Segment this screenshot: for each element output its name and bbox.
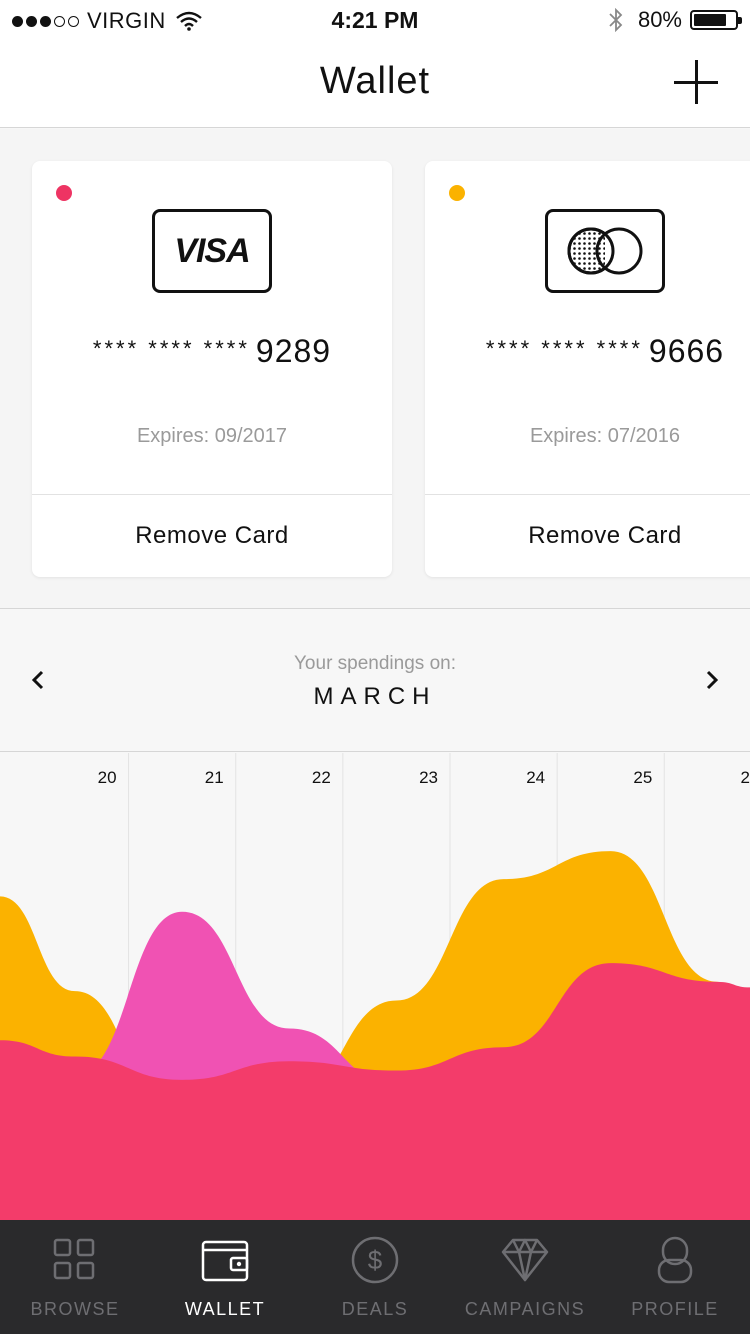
tab-label: BROWSE bbox=[30, 1299, 120, 1319]
card-brand: VISA bbox=[174, 231, 250, 270]
mastercard-circles-icon bbox=[567, 227, 643, 275]
card-visa[interactable]: VISA **** **** **** 9289 Expires: 09/2017… bbox=[32, 161, 392, 577]
card-number-mask: **** **** **** bbox=[485, 336, 643, 361]
month-name: MARCH bbox=[313, 683, 437, 710]
grid-icon bbox=[53, 1238, 95, 1280]
card-last4: 9666 bbox=[648, 333, 725, 369]
tab-campaigns[interactable]: CAMPAIGNS bbox=[450, 1220, 600, 1334]
status-right: 80% bbox=[608, 7, 742, 33]
tab-deals[interactable]: $ DEALS bbox=[300, 1220, 450, 1334]
svg-text:$: $ bbox=[368, 1245, 383, 1275]
chart-day-label: 26 bbox=[741, 768, 750, 787]
chart-day-label: 21 bbox=[205, 768, 224, 787]
card-last4: 9289 bbox=[255, 333, 332, 369]
card-number-mask: **** **** **** bbox=[92, 336, 250, 361]
add-card-button[interactable] bbox=[674, 60, 718, 104]
header: Wallet bbox=[0, 40, 750, 128]
card-status-dot bbox=[56, 185, 72, 201]
diamond-icon bbox=[501, 1238, 549, 1282]
tab-bar: BROWSE WALLET $ DEALS CAMPAIGNS PROFILE bbox=[0, 1220, 750, 1334]
chart-day-label: 24 bbox=[526, 768, 545, 787]
card-expiry: Expires: 09/2017 bbox=[136, 425, 288, 447]
remove-card-button[interactable]: Remove Card bbox=[425, 495, 750, 577]
spendings-label: Your spendings on: bbox=[294, 653, 456, 674]
card-status-dot bbox=[449, 185, 465, 201]
battery-percent: 80% bbox=[637, 7, 682, 32]
tab-profile[interactable]: PROFILE bbox=[600, 1220, 750, 1334]
tab-label: WALLET bbox=[184, 1299, 266, 1319]
status-bar: VIRGIN 4:21 PM 80% bbox=[0, 0, 750, 40]
dollar-icon: $ bbox=[351, 1236, 399, 1284]
user-icon bbox=[657, 1236, 693, 1284]
card-number: **** **** **** 9666 bbox=[425, 333, 750, 370]
tab-label: CAMPAIGNS bbox=[464, 1299, 586, 1319]
chevron-right-icon[interactable] bbox=[698, 666, 726, 694]
tab-label: DEALS bbox=[341, 1299, 409, 1319]
chart-day-label: 20 bbox=[98, 768, 117, 787]
card-number: **** **** **** 9289 bbox=[32, 333, 392, 370]
battery-fill bbox=[694, 14, 726, 26]
card-mastercard[interactable]: **** **** **** 9666 Expires: 07/2016 Remo… bbox=[425, 161, 750, 577]
tab-label: PROFILE bbox=[631, 1299, 719, 1319]
bluetooth-icon bbox=[609, 8, 623, 32]
mastercard-logo-icon bbox=[545, 209, 665, 293]
chart-day-label: 23 bbox=[419, 768, 438, 787]
chart-svg: 20 21 22 23 24 25 26 bbox=[0, 753, 750, 1220]
chart-area-series-2 bbox=[0, 963, 750, 1220]
spendings-chart[interactable]: 20 21 22 23 24 25 26 bbox=[0, 753, 750, 1220]
card-expiry: Expires: 07/2016 bbox=[529, 425, 681, 447]
remove-card-button[interactable]: Remove Card bbox=[32, 495, 392, 577]
wallet-icon bbox=[201, 1240, 249, 1282]
month-selector: Your spendings on: MARCH bbox=[0, 610, 750, 752]
battery-icon bbox=[690, 10, 742, 30]
chart-day-label: 22 bbox=[312, 768, 331, 787]
tab-wallet[interactable]: WALLET bbox=[150, 1220, 300, 1334]
cards-carousel[interactable]: VISA **** **** **** 9289 Expires: 09/2017… bbox=[0, 129, 750, 609]
visa-logo-icon: VISA bbox=[152, 209, 272, 293]
tab-browse[interactable]: BROWSE bbox=[0, 1220, 150, 1334]
chart-day-label: 25 bbox=[633, 768, 652, 787]
page-title: Wallet bbox=[319, 60, 431, 102]
